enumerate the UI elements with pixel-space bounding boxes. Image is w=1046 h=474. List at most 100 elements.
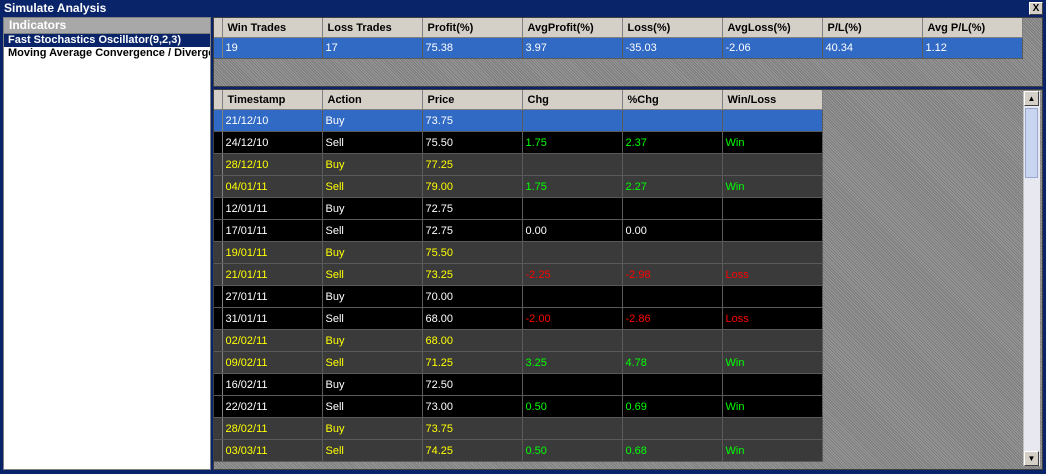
trade-row[interactable]: 09/02/11 Sell 71.25 3.25 4.78 Win <box>214 351 823 374</box>
col-header-loss[interactable]: Loss(%) <box>622 18 723 38</box>
cell-win-loss: Loss <box>722 263 823 286</box>
trade-row[interactable]: 03/03/11 Sell 74.25 0.50 0.68 Win <box>214 439 823 462</box>
col-header-profit[interactable]: Profit(%) <box>422 18 523 38</box>
indicator-item-fast-stochastics[interactable]: Fast Stochastics Oscillator(9,2,3) <box>4 34 210 47</box>
row-header[interactable] <box>214 197 223 220</box>
cell-win-loss: Loss <box>722 307 823 330</box>
cell-chg: -2.00 <box>522 307 623 330</box>
col-header-pct-chg[interactable]: %Chg <box>622 90 723 110</box>
cell-timestamp: 22/02/11 <box>222 395 323 418</box>
col-header-loss-trades[interactable]: Loss Trades <box>322 18 423 38</box>
row-header-corner <box>214 18 223 38</box>
col-header-win-loss[interactable]: Win/Loss <box>722 90 823 110</box>
cell-price: 71.25 <box>422 351 523 374</box>
summary-avg-profit: 3.97 <box>522 37 623 59</box>
col-header-price[interactable]: Price <box>422 90 523 110</box>
cell-timestamp: 31/01/11 <box>222 307 323 330</box>
summary-panel: Win Trades Loss Trades Profit(%) AvgProf… <box>213 17 1043 87</box>
cell-timestamp: 09/02/11 <box>222 351 323 374</box>
trade-row[interactable]: 16/02/11 Buy 72.50 <box>214 373 823 396</box>
cell-chg <box>522 197 623 220</box>
cell-timestamp: 21/01/11 <box>222 263 323 286</box>
row-header[interactable] <box>214 395 223 418</box>
summary-row[interactable]: 19 17 75.38 3.97 -35.03 -2.06 40.34 1.12 <box>214 37 1023 59</box>
col-header-timestamp[interactable]: Timestamp <box>222 90 323 110</box>
cell-action: Sell <box>322 307 423 330</box>
window-title: Simulate Analysis <box>4 1 107 15</box>
col-header-avg-loss[interactable]: AvgLoss(%) <box>722 18 823 38</box>
row-header[interactable] <box>214 439 223 462</box>
cell-chg: -2.25 <box>522 263 623 286</box>
cell-price: 77.25 <box>422 153 523 176</box>
row-header[interactable] <box>214 373 223 396</box>
col-header-avg-pl[interactable]: Avg P/L(%) <box>922 18 1023 38</box>
trade-row[interactable]: 31/01/11 Sell 68.00 -2.00 -2.86 Loss <box>214 307 823 330</box>
row-header[interactable] <box>214 417 223 440</box>
row-header[interactable] <box>214 351 223 374</box>
cell-pct-chg <box>622 153 723 176</box>
scroll-thumb[interactable] <box>1025 108 1038 178</box>
col-header-action[interactable]: Action <box>322 90 423 110</box>
row-header[interactable] <box>214 329 223 352</box>
cell-action: Sell <box>322 131 423 154</box>
cell-pct-chg <box>622 329 723 352</box>
row-header[interactable] <box>214 37 223 59</box>
cell-chg <box>522 109 623 132</box>
trade-row[interactable]: 04/01/11 Sell 79.00 1.75 2.27 Win <box>214 175 823 198</box>
scroll-down-button[interactable]: ▼ <box>1024 451 1039 466</box>
cell-chg: 1.75 <box>522 175 623 198</box>
trade-row[interactable]: 28/12/10 Buy 77.25 <box>214 153 823 176</box>
col-header-chg[interactable]: Chg <box>522 90 623 110</box>
cell-price: 70.00 <box>422 285 523 308</box>
cell-price: 68.00 <box>422 329 523 352</box>
vertical-scrollbar[interactable]: ▲ ▼ <box>1023 91 1040 466</box>
row-header[interactable] <box>214 131 223 154</box>
close-button[interactable]: X <box>1029 2 1043 15</box>
col-header-avg-profit[interactable]: AvgProfit(%) <box>522 18 623 38</box>
row-header[interactable] <box>214 219 223 242</box>
cell-action: Sell <box>322 395 423 418</box>
trade-row[interactable]: 21/01/11 Sell 73.25 -2.25 -2.98 Loss <box>214 263 823 286</box>
cell-chg: 3.25 <box>522 351 623 374</box>
row-header[interactable] <box>214 241 223 264</box>
cell-pct-chg <box>622 417 723 440</box>
trade-row[interactable]: 17/01/11 Sell 72.75 0.00 0.00 <box>214 219 823 242</box>
cell-chg <box>522 329 623 352</box>
cell-chg <box>522 417 623 440</box>
summary-pl: 40.34 <box>822 37 923 59</box>
summary-win-trades: 19 <box>222 37 323 59</box>
trade-row[interactable]: 02/02/11 Buy 68.00 <box>214 329 823 352</box>
summary-header-row: Win Trades Loss Trades Profit(%) AvgProf… <box>214 18 1023 38</box>
scroll-up-button[interactable]: ▲ <box>1024 91 1039 106</box>
row-header[interactable] <box>214 263 223 286</box>
col-header-pl[interactable]: P/L(%) <box>822 18 923 38</box>
trade-row[interactable]: 21/12/10 Buy 73.75 <box>214 109 823 132</box>
trade-row[interactable]: 24/12/10 Sell 75.50 1.75 2.37 Win <box>214 131 823 154</box>
trade-row[interactable]: 28/02/11 Buy 73.75 <box>214 417 823 440</box>
col-header-win-trades[interactable]: Win Trades <box>222 18 323 38</box>
indicator-item-macd[interactable]: Moving Average Convergence / Divergence <box>4 47 210 60</box>
trade-row[interactable]: 12/01/11 Buy 72.75 <box>214 197 823 220</box>
cell-timestamp: 24/12/10 <box>222 131 323 154</box>
title-bar[interactable]: Simulate Analysis X <box>0 0 1046 16</box>
row-header[interactable] <box>214 175 223 198</box>
row-header[interactable] <box>214 307 223 330</box>
cell-win-loss: Win <box>722 395 823 418</box>
cell-price: 74.25 <box>422 439 523 462</box>
cell-timestamp: 02/02/11 <box>222 329 323 352</box>
row-header[interactable] <box>214 285 223 308</box>
cell-chg <box>522 285 623 308</box>
cell-price: 73.00 <box>422 395 523 418</box>
cell-pct-chg: 2.27 <box>622 175 723 198</box>
cell-win-loss <box>722 153 823 176</box>
trade-row[interactable]: 22/02/11 Sell 73.00 0.50 0.69 Win <box>214 395 823 418</box>
cell-action: Buy <box>322 197 423 220</box>
cell-win-loss: Win <box>722 351 823 374</box>
cell-win-loss <box>722 373 823 396</box>
trade-row[interactable]: 27/01/11 Buy 70.00 <box>214 285 823 308</box>
cell-price: 75.50 <box>422 241 523 264</box>
trade-row[interactable]: 19/01/11 Buy 75.50 <box>214 241 823 264</box>
cell-pct-chg <box>622 109 723 132</box>
row-header[interactable] <box>214 109 223 132</box>
row-header[interactable] <box>214 153 223 176</box>
